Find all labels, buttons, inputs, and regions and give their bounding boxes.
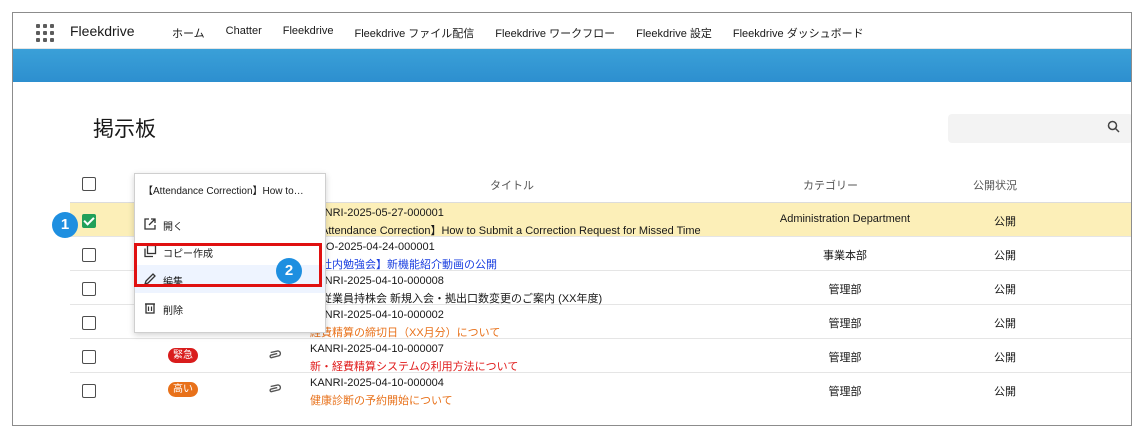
column-header-title[interactable]: タイトル xyxy=(490,177,534,193)
row-status: 公開 xyxy=(994,318,1016,330)
step-callout-2: 2 xyxy=(276,258,302,284)
row-status: 公開 xyxy=(994,216,1016,228)
page-title: 掲示板 xyxy=(93,118,156,141)
column-header-category[interactable]: カテゴリー xyxy=(803,177,858,193)
select-all-checkbox[interactable] xyxy=(82,177,96,191)
row-checkbox[interactable] xyxy=(82,316,96,330)
row-category: Administration Department xyxy=(779,213,911,225)
menu-header: 【Attendance Correction】How to… xyxy=(143,186,304,197)
row-title[interactable]: 新・経費精算システムの利用方法について xyxy=(310,358,518,374)
nav-tabs: ホーム Chatter Fleekdrive Fleekdrive ファイル配信… xyxy=(172,25,885,41)
row-number: KANRI-2025-04-10-000002 xyxy=(310,309,444,321)
row-title[interactable]: 【従業員持株会 新規入会・拠出口数変更のご案内 (XX年度) xyxy=(310,290,602,306)
header-band xyxy=(13,49,1131,82)
row-checkbox[interactable] xyxy=(82,248,96,262)
row-title[interactable]: 健康診断の予約開始について xyxy=(310,392,453,408)
row-title[interactable]: 【Attendance Correction】How to Submit a C… xyxy=(310,222,701,238)
nav-tab-home[interactable]: ホーム xyxy=(172,25,205,41)
app-window: Fleekdrive ホーム Chatter Fleekdrive Fleekd… xyxy=(12,12,1132,426)
app-launcher-icon[interactable] xyxy=(36,24,56,42)
row-checkbox[interactable] xyxy=(82,282,96,296)
row-status: 公開 xyxy=(994,284,1016,296)
menu-item-delete[interactable]: 削除 xyxy=(135,294,325,322)
row-checkbox[interactable] xyxy=(82,214,96,228)
row-number: KANRI-2025-04-10-000004 xyxy=(310,377,444,389)
row-number: KANRI-2025-04-10-000007 xyxy=(310,343,444,355)
row-category: 管理部 xyxy=(828,352,862,364)
search-icon[interactable] xyxy=(1107,120,1120,136)
table-row[interactable]: 緊急 KANRI-2025-04-10-000007 新・経費精算システムの利用… xyxy=(70,339,1131,374)
menu-item-label: 開く xyxy=(163,222,183,233)
menu-item-label: 削除 xyxy=(163,306,183,317)
menu-item-open[interactable]: 開く xyxy=(135,210,325,238)
top-navigation: Fleekdrive ホーム Chatter Fleekdrive Fleekd… xyxy=(13,13,1131,49)
open-external-icon xyxy=(144,218,156,230)
attachment-icon xyxy=(269,350,281,359)
nav-tab-fleekdrive[interactable]: Fleekdrive xyxy=(283,25,334,41)
column-header-status[interactable]: 公開状況 xyxy=(973,177,1017,193)
nav-tab-workflow[interactable]: Fleekdrive ワークフロー xyxy=(495,25,615,41)
app-name: Fleekdrive xyxy=(70,23,135,39)
attachment-icon xyxy=(269,384,281,393)
table-row[interactable]: 高い KANRI-2025-04-10-000004 健康診断の予約開始について… xyxy=(70,373,1131,408)
search-input[interactable] xyxy=(948,114,1131,143)
step-callout-1: 1 xyxy=(52,212,78,238)
row-checkbox[interactable] xyxy=(82,350,96,364)
nav-tab-chatter[interactable]: Chatter xyxy=(226,25,262,41)
trash-icon xyxy=(145,303,155,314)
nav-tab-file-distribution[interactable]: Fleekdrive ファイル配信 xyxy=(355,25,475,41)
row-category: 管理部 xyxy=(828,318,862,330)
nav-tab-dashboard[interactable]: Fleekdrive ダッシュボード xyxy=(733,25,864,41)
priority-badge: 緊急 xyxy=(168,348,198,363)
row-category: 管理部 xyxy=(828,284,862,296)
row-status: 公開 xyxy=(994,250,1016,262)
row-number: KANRI-2025-05-27-000001 xyxy=(310,207,444,219)
row-category: 管理部 xyxy=(828,386,862,398)
row-number: GYO-2025-04-24-000001 xyxy=(310,241,435,253)
nav-tab-settings[interactable]: Fleekdrive 設定 xyxy=(636,25,712,41)
priority-badge: 高い xyxy=(168,382,198,397)
row-status: 公開 xyxy=(994,352,1016,364)
row-number: KANRI-2025-04-10-000008 xyxy=(310,275,444,287)
row-title[interactable]: 【社内勉強会】新機能紹介動画の公開 xyxy=(310,256,497,272)
row-checkbox[interactable] xyxy=(82,384,96,398)
row-status: 公開 xyxy=(994,386,1016,398)
row-category: 事業本部 xyxy=(823,250,867,262)
row-title[interactable]: 経費精算の締切日（XX月分）について xyxy=(310,324,500,340)
